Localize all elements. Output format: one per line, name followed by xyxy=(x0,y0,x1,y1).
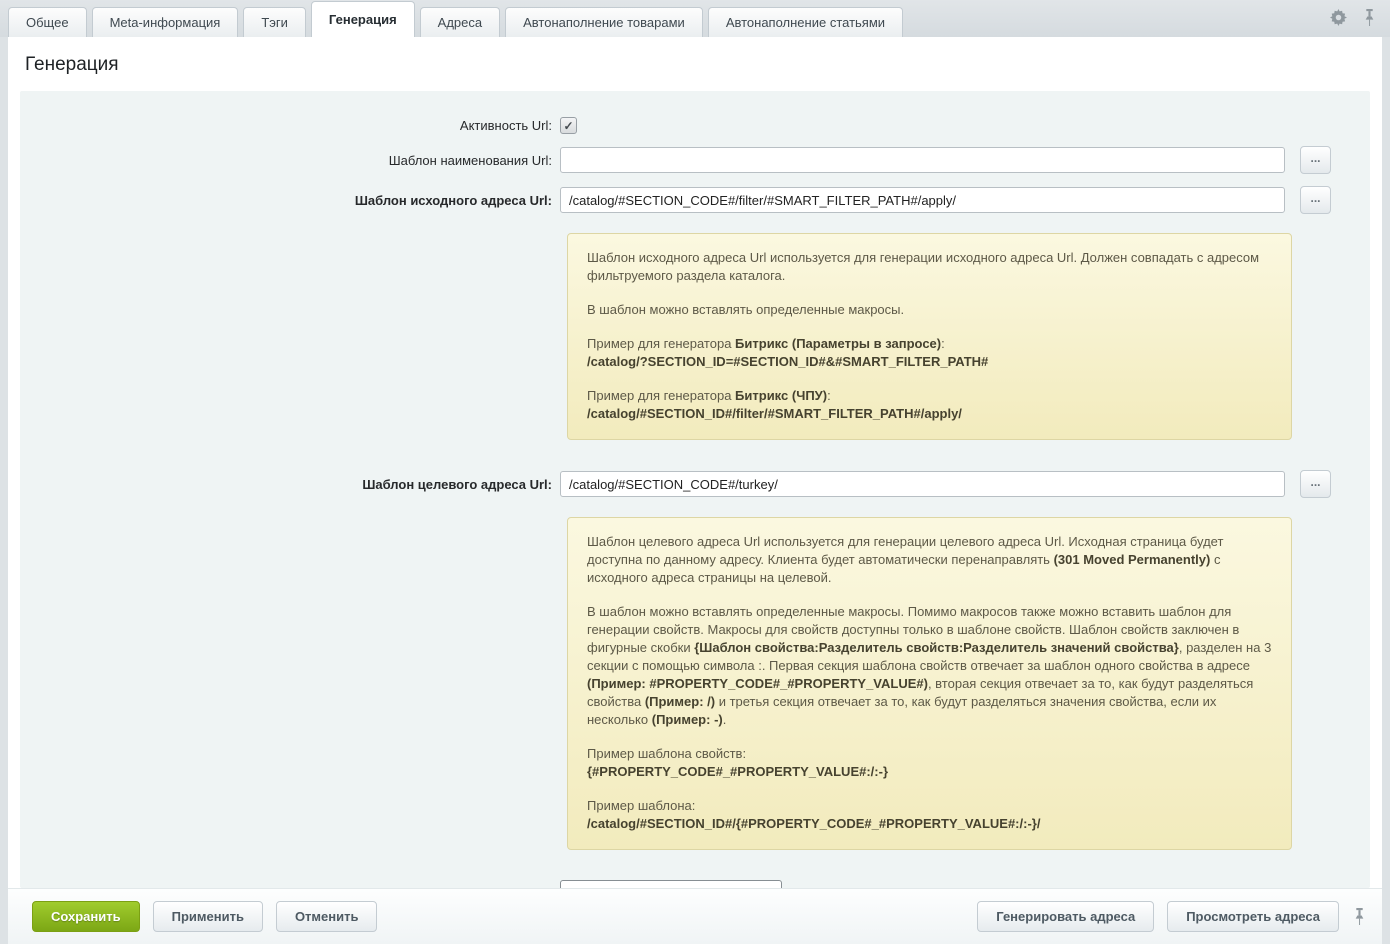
apply-button[interactable]: Применить xyxy=(153,901,263,932)
activity-label: Активность Url: xyxy=(20,118,560,133)
content-panel: Генерация Активность Url: ✓ Шаблон наиме… xyxy=(8,37,1382,944)
generator-select[interactable]: Битрикс (ЧПУ) xyxy=(560,880,782,888)
form-row-source-template: Шаблон исходного адреса Url: ... xyxy=(20,186,1370,214)
source-template-input[interactable] xyxy=(560,187,1285,213)
tab-addresses[interactable]: Адреса xyxy=(420,7,500,37)
save-button[interactable]: Сохранить xyxy=(32,901,140,932)
form-row-name-template: Шаблон наименования Url: ... xyxy=(20,146,1370,174)
generation-form: Активность Url: ✓ Шаблон наименования Ur… xyxy=(20,91,1370,888)
name-template-input[interactable] xyxy=(560,147,1285,173)
source-template-label: Шаблон исходного адреса Url: xyxy=(20,193,560,208)
pin-icon[interactable] xyxy=(1347,908,1366,925)
view-addresses-button[interactable]: Просмотреть адреса xyxy=(1167,901,1339,932)
form-row-activity: Активность Url: ✓ xyxy=(20,117,1370,134)
tab-autofill-articles[interactable]: Автонаполнение статьями xyxy=(708,7,903,37)
generate-addresses-button[interactable]: Генерировать адреса xyxy=(977,901,1154,932)
target-template-help: Шаблон целевого адреса Url используется … xyxy=(567,517,1292,850)
tab-generation[interactable]: Генерация xyxy=(311,1,415,37)
pin-icon[interactable] xyxy=(1363,9,1376,26)
name-template-label: Шаблон наименования Url: xyxy=(20,153,560,168)
name-template-more-button[interactable]: ... xyxy=(1300,146,1331,174)
activity-checkbox[interactable]: ✓ xyxy=(560,117,577,134)
footer-toolbar: Сохранить Применить Отменить Генерироват… xyxy=(8,888,1382,944)
tab-bar: Общее Meta-информация Тэги Генерация Адр… xyxy=(0,0,1390,37)
cancel-button[interactable]: Отменить xyxy=(276,901,378,932)
gear-icon[interactable] xyxy=(1330,9,1347,26)
source-template-more-button[interactable]: ... xyxy=(1300,186,1331,214)
form-row-generator: Генератор Url: Битрикс (ЧПУ) xyxy=(20,880,1370,888)
tab-general[interactable]: Общее xyxy=(8,7,87,37)
tab-autofill-products[interactable]: Автонаполнение товарами xyxy=(505,7,703,37)
source-template-help: Шаблон исходного адреса Url используется… xyxy=(567,233,1292,440)
target-template-label: Шаблон целевого адреса Url: xyxy=(20,477,560,492)
page-title: Генерация xyxy=(8,37,1382,91)
tab-meta-information[interactable]: Meta-информация xyxy=(92,7,239,37)
form-row-target-template: Шаблон целевого адреса Url: ... xyxy=(20,470,1370,498)
tab-tags[interactable]: Тэги xyxy=(243,7,306,37)
target-template-more-button[interactable]: ... xyxy=(1300,470,1331,498)
target-template-input[interactable] xyxy=(560,471,1285,497)
